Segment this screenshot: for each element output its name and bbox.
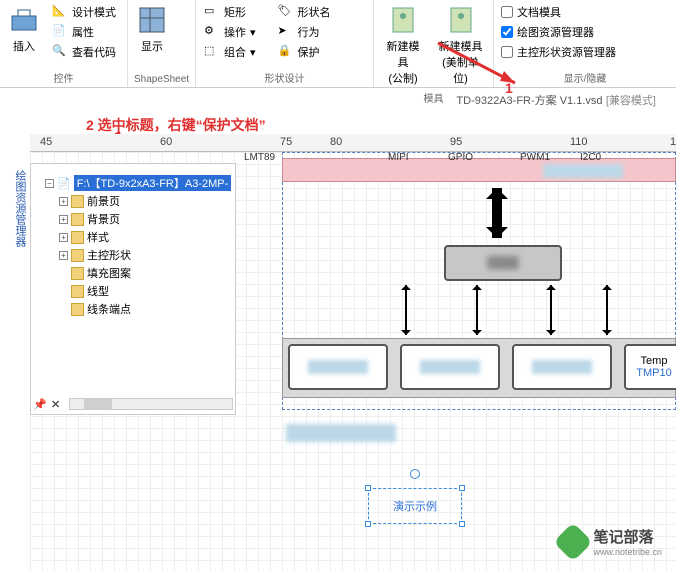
annotation-1: 1: [505, 80, 513, 96]
arrow-mipi: [405, 285, 407, 335]
properties-item[interactable]: 📄属性: [50, 22, 118, 42]
demo-selection[interactable]: 演示示例: [368, 488, 462, 524]
i2c-label: I2C0: [580, 152, 601, 163]
chk-doc-stencil[interactable]: 文档模具: [500, 2, 617, 22]
lmt89-label: LMT89: [244, 152, 275, 163]
tag-icon: 🏷: [278, 4, 294, 20]
grid-icon: [136, 4, 168, 36]
arrow-gpio: [476, 285, 478, 335]
tree-item[interactable]: +主控形状: [59, 246, 235, 264]
run-icon: ➤: [278, 24, 294, 40]
tree-item[interactable]: 线型: [59, 282, 235, 300]
cpu-box[interactable]: ████: [444, 245, 562, 281]
folder-icon: [71, 213, 84, 226]
device-box-1[interactable]: [288, 344, 388, 390]
annotation-2: 2 选中标题，右键“保护文档”: [86, 115, 266, 135]
action-item[interactable]: ⚙操作▾: [202, 22, 258, 42]
handle-nw[interactable]: [365, 485, 371, 491]
scrollbar-thumb[interactable]: [84, 399, 112, 409]
tree-item[interactable]: +背景页: [59, 210, 235, 228]
show-button[interactable]: 显示: [134, 2, 170, 56]
blur-text: [286, 424, 396, 442]
group-label-shapesheet: ShapeSheet: [134, 72, 189, 85]
insert-label: 插入: [13, 38, 35, 54]
pwm-label: PWM1: [520, 152, 550, 163]
explorer-title: 绘图资源管理器: [12, 170, 28, 247]
handle-ne[interactable]: [459, 485, 465, 491]
folder-icon: [71, 231, 84, 244]
ribbon: 插入 📐设计模式 📄属性 🔍查看代码 控件 显示 ShapeSheet ▭矩形 …: [0, 0, 676, 88]
watermark: 笔记部落 www.notetribe.cn: [559, 526, 662, 557]
new-stencil-metric[interactable]: 新建模具 (公制): [380, 2, 426, 88]
expand-icon[interactable]: +: [59, 251, 68, 260]
collapse-icon[interactable]: −: [45, 179, 54, 188]
group-label-controls: 控件: [6, 68, 121, 85]
group-label-showhide: 显示/隐藏: [500, 68, 670, 85]
expand-icon[interactable]: +: [59, 197, 68, 206]
tree-root[interactable]: −📄F:\【TD-9x2xA3-FR】A3-2MP-: [45, 174, 235, 192]
design-mode-item[interactable]: 📐设计模式: [50, 2, 118, 22]
toolbox-icon: [8, 4, 40, 36]
stencil-icon: [445, 4, 477, 36]
show-label: 显示: [141, 38, 163, 54]
chevron-down-icon: ▾: [250, 46, 256, 59]
pin-icon[interactable]: 📌: [33, 398, 45, 410]
new-stencil-us[interactable]: 新建模具 (美制单位): [434, 2, 487, 88]
code-icon: 🔍: [52, 44, 68, 60]
device-box-3[interactable]: [512, 344, 612, 390]
folder-icon: [71, 249, 84, 262]
expand-icon[interactable]: +: [59, 233, 68, 242]
rotate-handle[interactable]: [410, 469, 420, 479]
expand-icon[interactable]: +: [59, 215, 68, 224]
handle-se[interactable]: [459, 521, 465, 527]
thick-arrow: [492, 188, 502, 238]
behavior-item[interactable]: ➤行为: [276, 22, 333, 42]
group-label-shapes: 形状设计: [202, 68, 367, 85]
pink-bar: [282, 158, 676, 182]
tree-item[interactable]: +样式: [59, 228, 235, 246]
ruler-icon: 📐: [52, 4, 68, 20]
doc-icon: 📄: [57, 177, 71, 190]
arrow-pwm: [550, 285, 552, 335]
gear-icon: ⚙: [204, 24, 220, 40]
stencil-icon: [387, 4, 419, 36]
chk-master-explorer[interactable]: 主控形状资源管理器: [500, 42, 617, 62]
shapename-item[interactable]: 🏷形状名: [276, 2, 333, 22]
protect-item[interactable]: 🔒保护: [276, 42, 333, 62]
rect-item[interactable]: ▭矩形: [202, 2, 258, 22]
tree-item[interactable]: 填充图案: [59, 264, 235, 282]
horizontal-ruler: 45 60 75 80 95 110 125: [30, 134, 676, 152]
lock-icon: 🔒: [278, 44, 294, 60]
device-box-2[interactable]: [400, 344, 500, 390]
group-icon: ⬚: [204, 44, 220, 60]
folder-icon: [71, 285, 84, 298]
document-title-bar: TD-9322A3-FR-方案 V1.1.vsd [兼容模式]: [0, 88, 676, 112]
folder-icon: [71, 195, 84, 208]
tree-item[interactable]: 线条端点: [59, 300, 235, 318]
rect-icon: ▭: [204, 4, 220, 20]
mipi-label: MIPI: [388, 152, 409, 163]
insert-button[interactable]: 插入: [6, 2, 42, 56]
folder-icon: [71, 303, 84, 316]
folder-icon: [71, 267, 84, 280]
properties-icon: 📄: [52, 24, 68, 40]
chk-drawing-explorer[interactable]: 绘图资源管理器: [500, 22, 617, 42]
doc-name: TD-9322A3-FR-方案 V1.1.vsd: [456, 95, 602, 107]
gpio-label: GPIO: [448, 152, 473, 163]
chevron-down-icon: ▾: [250, 26, 256, 39]
handle-sw[interactable]: [365, 521, 371, 527]
drawing-explorer-panel: −📄F:\【TD-9x2xA3-FR】A3-2MP- +前景页 +背景页 +样式…: [30, 163, 236, 415]
demo-text: 演示示例: [393, 501, 437, 513]
temp-box[interactable]: Temp TMP10: [624, 344, 676, 390]
view-code-item[interactable]: 🔍查看代码: [50, 42, 118, 62]
group-item[interactable]: ⬚组合▾: [202, 42, 258, 62]
tree-item[interactable]: +前景页: [59, 192, 235, 210]
compat-mode: [兼容模式]: [606, 95, 656, 107]
tree-scrollbar[interactable]: [69, 398, 233, 410]
close-icon[interactable]: ✕: [51, 398, 63, 410]
watermark-logo-icon: [554, 522, 594, 562]
arrow-i2c: [606, 285, 608, 335]
